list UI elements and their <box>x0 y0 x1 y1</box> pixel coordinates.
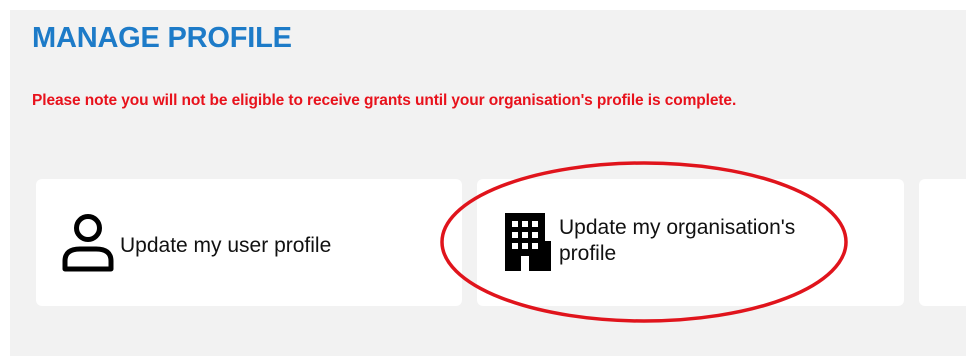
update-organisation-profile-card[interactable]: Update my organisation's profile <box>477 179 904 306</box>
update-user-profile-label: Update my user profile <box>120 233 332 257</box>
profile-card-partial[interactable] <box>919 179 966 306</box>
user-icon <box>60 212 116 274</box>
update-organisation-profile-label: Update my organisation's profile <box>559 215 796 265</box>
profile-incomplete-notice: Please note you will not be eligible to … <box>32 92 737 109</box>
page-title: MANAGE PROFILE <box>32 22 292 54</box>
building-icon <box>501 211 553 275</box>
update-user-profile-card[interactable]: Update my user profile <box>36 179 462 306</box>
